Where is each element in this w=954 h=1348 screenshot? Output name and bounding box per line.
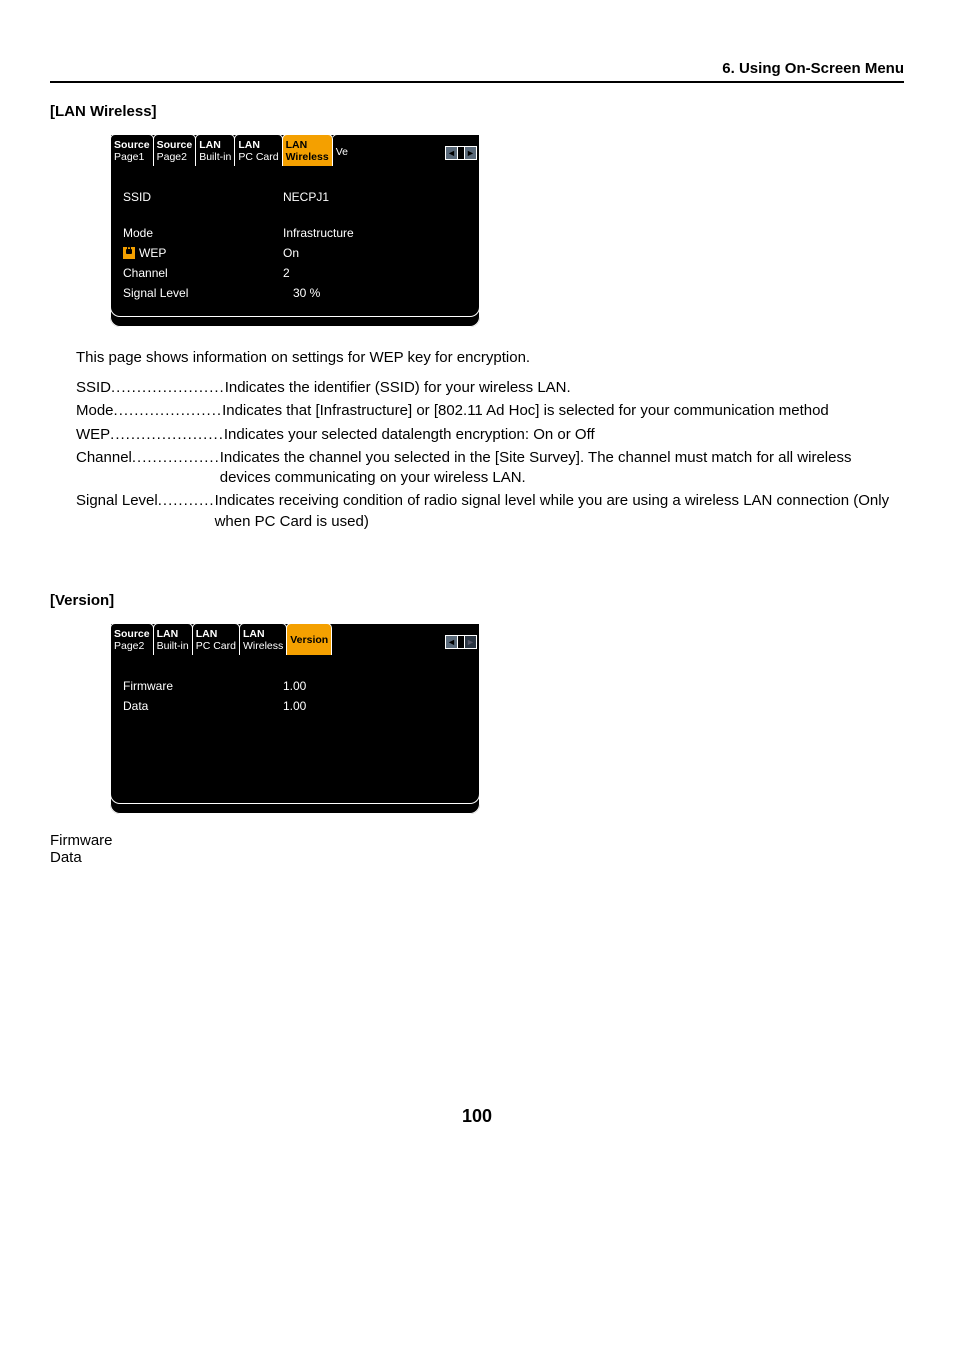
def-row-channel: Channel ................. Indicates the … — [76, 448, 904, 489]
def-row-signal: Signal Level ........... Indicates recei… — [76, 491, 904, 532]
arrow-left-icon[interactable]: ◄ — [445, 635, 458, 649]
def-term: Signal Level — [76, 491, 158, 532]
def-term: Channel — [76, 448, 132, 489]
tab-label: LAN — [157, 628, 189, 640]
def-dots: ................. — [132, 448, 220, 489]
value-data: 1.00 — [283, 699, 467, 713]
def-row-ssid: SSID ...................... Indicates th… — [76, 378, 904, 398]
tab-scroll-arrows[interactable]: ◄ ► — [443, 623, 480, 655]
row-signal: Signal Level 30 % — [123, 286, 467, 300]
tab-sublabel: Built-in — [157, 640, 189, 652]
tab-sublabel: Wireless — [286, 151, 329, 163]
tab-label: Version — [290, 634, 328, 646]
tab-scroll-arrows[interactable]: ◄ ► — [443, 134, 480, 166]
def-term: WEP — [76, 425, 110, 445]
tab-sublabel: Page2 — [157, 151, 193, 163]
tab-sublabel: PC Card — [196, 640, 236, 652]
def-dots: ...................... — [111, 378, 225, 398]
page-number: 100 — [50, 1106, 904, 1127]
tab-cut-label: Ve — [336, 146, 348, 158]
tab-lan-builtin[interactable]: LAN Built-in — [153, 623, 193, 655]
section-title-lan-wireless: [LAN Wireless] — [50, 103, 904, 120]
def-desc: Indicates receiving condition of radio s… — [215, 491, 904, 532]
label-wep: WEP — [123, 246, 283, 260]
tab-label: LAN — [199, 139, 231, 151]
row-mode: Mode Infrastructure — [123, 226, 467, 240]
tab-version[interactable]: Version — [286, 623, 332, 655]
list-item-firmware: Firmware — [50, 832, 904, 849]
tab-label: LAN — [196, 628, 236, 640]
def-dots: ........... — [158, 491, 215, 532]
label-signal: Signal Level — [123, 286, 283, 300]
arrow-right-icon: ► — [464, 635, 477, 649]
tab-label: LAN — [286, 139, 329, 151]
def-dots: ...................... — [110, 425, 224, 445]
def-desc: Indicates your selected datalength encry… — [224, 425, 904, 445]
def-row-wep: WEP ...................... Indicates you… — [76, 425, 904, 445]
value-wep: On — [283, 246, 467, 260]
value-signal: 30 % — [283, 286, 467, 300]
tab-cutoff: Ve — [332, 134, 348, 166]
tab-label: Source — [114, 139, 150, 151]
def-desc: Indicates the identifier (SSID) for your… — [225, 378, 904, 398]
tab-sublabel: Wireless — [243, 640, 283, 652]
osd-body: SSID NECPJ1 Mode Infrastructure WEP On C… — [110, 166, 480, 317]
label-wep-text: WEP — [139, 246, 166, 260]
row-ssid: SSID NECPJ1 — [123, 190, 467, 204]
tab-label: LAN — [243, 628, 283, 640]
osd-window-version: Source Page2 LAN Built-in LAN PC Card LA… — [110, 623, 480, 814]
value-firmware: 1.00 — [283, 679, 467, 693]
tab-source-page1[interactable]: Source Page1 — [110, 134, 154, 166]
tab-sublabel: PC Card — [238, 151, 278, 163]
label-channel: Channel — [123, 266, 283, 280]
tab-lan-builtin[interactable]: LAN Built-in — [195, 134, 235, 166]
label-mode: Mode — [123, 226, 283, 240]
tab-label: LAN — [238, 139, 278, 151]
row-firmware: Firmware 1.00 — [123, 679, 467, 693]
lan-wireless-desc: This page shows information on settings … — [76, 349, 904, 366]
lock-icon — [123, 247, 135, 259]
tab-sublabel: Page1 — [114, 151, 150, 163]
osd-tabs-row: Source Page2 LAN Built-in LAN PC Card LA… — [110, 623, 480, 655]
tab-lan-pccard[interactable]: LAN PC Card — [234, 134, 282, 166]
def-desc: Indicates that [Infrastructure] or [802.… — [222, 401, 904, 421]
def-term: Mode — [76, 401, 114, 421]
value-channel: 2 — [283, 266, 467, 280]
def-term: SSID — [76, 378, 111, 398]
tab-sublabel: Page2 — [114, 640, 150, 652]
tab-source-page2[interactable]: Source Page2 — [153, 134, 197, 166]
label-data: Data — [123, 699, 283, 713]
arrow-left-icon[interactable]: ◄ — [445, 146, 458, 160]
osd-tabs-row: Source Page1 Source Page2 LAN Built-in L… — [110, 134, 480, 166]
tab-lan-wireless[interactable]: LAN Wireless — [239, 623, 287, 655]
definition-list: SSID ...................... Indicates th… — [76, 378, 904, 532]
tab-label: Source — [157, 139, 193, 151]
def-dots: ..................... — [114, 401, 223, 421]
row-wep: WEP On — [123, 246, 467, 260]
tab-source-page2[interactable]: Source Page2 — [110, 623, 154, 655]
tab-sublabel: Built-in — [199, 151, 231, 163]
version-simple-list: Firmware Data — [50, 832, 904, 866]
arrow-right-icon[interactable]: ► — [464, 146, 477, 160]
def-row-mode: Mode ..................... Indicates tha… — [76, 401, 904, 421]
tab-lan-wireless[interactable]: LAN Wireless — [282, 134, 333, 166]
list-item-data: Data — [50, 849, 904, 866]
row-data: Data 1.00 — [123, 699, 467, 713]
value-mode: Infrastructure — [283, 226, 467, 240]
tab-label: Source — [114, 628, 150, 640]
label-ssid: SSID — [123, 190, 283, 204]
chapter-header: 6. Using On-Screen Menu — [50, 60, 904, 83]
row-channel: Channel 2 — [123, 266, 467, 280]
section-title-version: [Version] — [50, 592, 904, 609]
tab-lan-pccard[interactable]: LAN PC Card — [192, 623, 240, 655]
osd-body: Firmware 1.00 Data 1.00 — [110, 655, 480, 804]
osd-window-lan-wireless: Source Page1 Source Page2 LAN Built-in L… — [110, 134, 480, 327]
value-ssid: NECPJ1 — [283, 190, 467, 204]
def-desc: Indicates the channel you selected in th… — [220, 448, 904, 489]
label-firmware: Firmware — [123, 679, 283, 693]
